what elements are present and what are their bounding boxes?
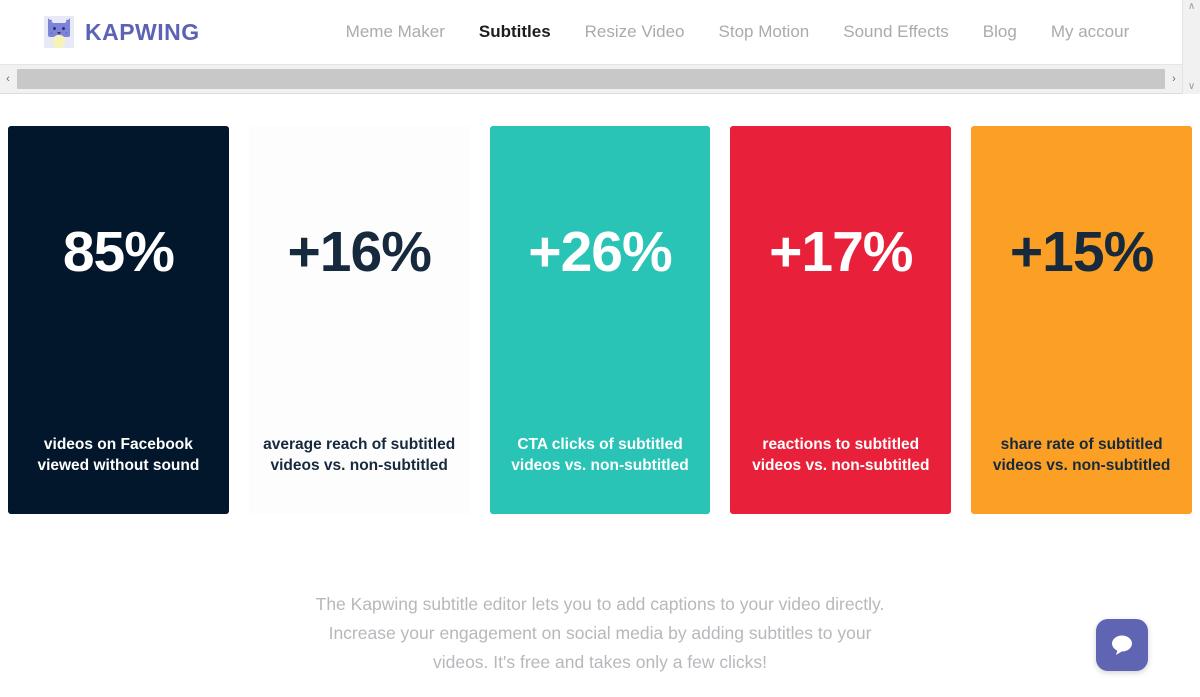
- stat-caption: videos on Facebook viewed without sound: [37, 436, 200, 474]
- stat-value: +15%: [1009, 220, 1154, 284]
- page-root: KAPWING Meme Maker Subtitles Resize Vide…: [0, 0, 1200, 697]
- nav-item-stop-motion[interactable]: Stop Motion: [719, 22, 810, 42]
- stat-card-group: 85% videos on Facebook viewed without so…: [8, 126, 1192, 514]
- stat-value: +16%: [287, 220, 432, 284]
- brand-name: KAPWING: [85, 18, 200, 45]
- nav-item-blog[interactable]: Blog: [983, 22, 1017, 42]
- nav-item-meme-maker[interactable]: Meme Maker: [346, 22, 445, 42]
- horizontal-scrollbar[interactable]: ‹ ›: [0, 64, 1182, 94]
- scroll-up-icon[interactable]: ∧: [1188, 2, 1195, 12]
- chat-widget-button[interactable]: [1096, 619, 1148, 671]
- stat-value: 85%: [62, 220, 175, 284]
- nav-item-resize-video[interactable]: Resize Video: [585, 22, 685, 42]
- section-description: The Kapwing subtitle editor lets you to …: [315, 594, 885, 672]
- stat-card: +15% share rate of subtitled videos vs. …: [971, 126, 1192, 514]
- site-header: KAPWING Meme Maker Subtitles Resize Vide…: [0, 0, 1182, 64]
- scroll-down-icon[interactable]: ∨: [1188, 82, 1195, 92]
- stat-caption: CTA clicks of subtitled videos vs. non-s…: [511, 436, 689, 474]
- vertical-scrollbar[interactable]: ∧ ∨: [1182, 0, 1200, 94]
- horizontal-scrollbar-thumb[interactable]: [17, 69, 1165, 89]
- main-navigation: Meme Maker Subtitles Resize Video Stop M…: [346, 22, 1130, 42]
- cat-face-logo-icon: [44, 16, 74, 48]
- stat-value: +17%: [769, 220, 913, 284]
- brand-logo-link[interactable]: KAPWING: [44, 16, 200, 48]
- stat-caption: reactions to subtitled videos vs. non-su…: [752, 436, 930, 474]
- nav-item-sound-effects[interactable]: Sound Effects: [843, 22, 949, 42]
- scroll-left-icon[interactable]: ‹: [0, 73, 16, 85]
- stat-value: +26%: [528, 220, 672, 284]
- nav-item-subtitles[interactable]: Subtitles: [479, 22, 551, 42]
- stat-card: +26% CTA clicks of subtitled videos vs. …: [489, 126, 711, 514]
- stat-card: +17% reactions to subtitled videos vs. n…: [730, 126, 952, 514]
- stat-card: +16% average reach of subtitled videos v…: [248, 126, 470, 514]
- chat-bubble-icon: [1112, 635, 1132, 655]
- stat-caption: share rate of subtitled videos vs. non-s…: [992, 436, 1171, 474]
- scroll-right-icon[interactable]: ›: [1166, 73, 1182, 85]
- stat-card: 85% videos on Facebook viewed without so…: [8, 126, 229, 514]
- nav-item-my-account[interactable]: My accour: [1051, 22, 1129, 42]
- stat-caption: average reach of subtitled videos vs. no…: [263, 436, 456, 474]
